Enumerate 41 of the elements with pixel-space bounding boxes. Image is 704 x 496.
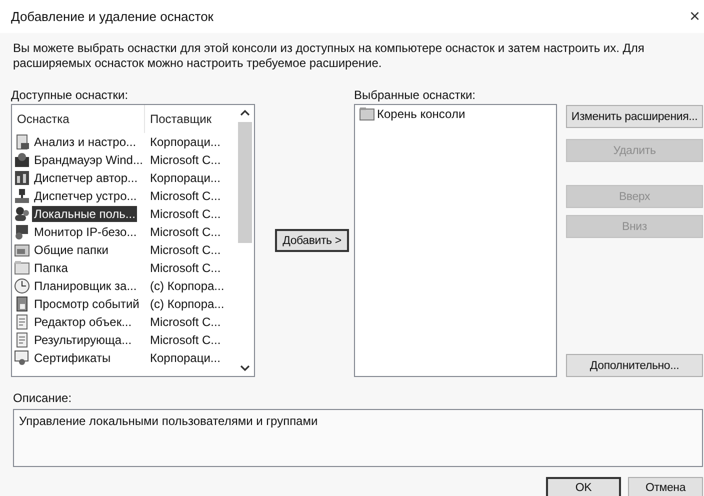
description-field: Управление локальными пользователями и группами	[13, 409, 703, 467]
vendor-cell: Microsoft C...	[150, 315, 221, 329]
list-label: Выбранные оснастки:	[354, 88, 476, 102]
vendor-cell: Корпораци...	[150, 135, 220, 149]
window-title: Добавление и удаление оснасток	[11, 9, 214, 24]
vendor-cell: Microsoft C...	[150, 153, 221, 167]
vendor-cell: Microsoft C...	[150, 207, 221, 221]
snapin-name[interactable]: Редактор объек...	[32, 314, 134, 330]
snapin-name[interactable]: Монитор IP-безо...	[32, 224, 139, 240]
column-header[interactable]: Оснастка	[12, 105, 145, 133]
vendor-cell: Корпораци...	[150, 351, 220, 365]
snapin-name[interactable]: Брандмауэр Wind...	[32, 152, 145, 168]
vendor-cell: Microsoft C...	[150, 225, 221, 239]
tree-item[interactable]: Корень консоли	[377, 107, 466, 121]
side-button[interactable]: Дополнительно...	[566, 354, 703, 377]
snapin-name[interactable]: Общие папки	[32, 242, 110, 258]
snapin-name[interactable]: Папка	[32, 260, 70, 276]
snapin-name[interactable]: Диспетчер автор...	[32, 170, 140, 186]
vendor-cell: Microsoft C...	[150, 261, 221, 275]
close-icon[interactable]: ×	[689, 6, 704, 27]
vendor-cell: (c) Корпора...	[150, 279, 224, 293]
dialog-button[interactable]: Отмена	[628, 477, 703, 496]
snapin-name[interactable]: Сертификаты	[32, 350, 113, 366]
dialog-button[interactable]: OK	[546, 477, 621, 496]
vendor-cell: (c) Корпора...	[150, 297, 224, 311]
add-button[interactable]: Добавить >	[275, 229, 349, 252]
vendor-cell: Microsoft C...	[150, 333, 221, 347]
description-label: Описание:	[13, 391, 73, 405]
snapin-name[interactable]: Анализ и настро...	[32, 134, 138, 150]
snapin-name[interactable]: Планировщик за...	[32, 278, 139, 294]
snapin-name[interactable]: Локальные поль...	[32, 206, 138, 222]
column-header[interactable]: Поставщик	[145, 105, 233, 133]
snapin-name[interactable]: Просмотр событий	[32, 296, 142, 312]
snapin-name[interactable]: Диспетчер устро...	[32, 188, 139, 204]
snapin-name[interactable]: Результирующа...	[32, 332, 134, 348]
vendor-cell: Microsoft C...	[150, 243, 221, 257]
list-label: Доступные оснастки:	[11, 88, 130, 102]
vendor-cell: Microsoft C...	[150, 189, 221, 203]
side-button[interactable]: Изменить расширения...	[566, 105, 703, 128]
vendor-cell: Корпораци...	[150, 171, 220, 185]
instructions-text: Вы можете выбрать оснастки для этой консоли из доступных на компьютере оснасток и затем настроить их. Для расширяемых оснасток можно настроить требуемое расширение.	[13, 41, 646, 71]
